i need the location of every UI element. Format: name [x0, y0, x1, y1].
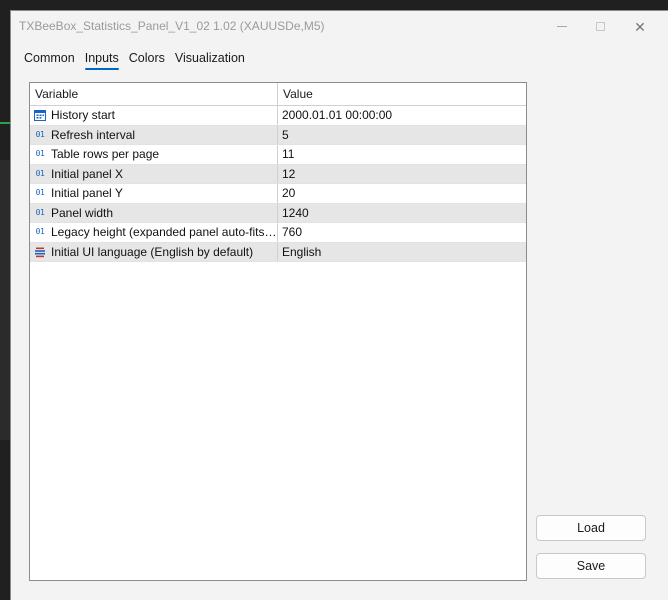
variable-label: Initial UI language (English by default): [51, 244, 254, 259]
variable-cell: 01 Refresh interval: [30, 125, 278, 144]
enum-list-icon: [34, 246, 46, 258]
variable-label: Panel width: [51, 205, 114, 220]
calendar-icon: [34, 109, 46, 122]
title-bar[interactable]: TXBeeBox_Statistics_Panel_V1_02 1.02 (XA…: [11, 11, 668, 42]
table-row[interactable]: History start 2000.01.01 00:00:00: [30, 106, 526, 126]
maximize-icon: [595, 22, 605, 31]
value-cell[interactable]: 20: [278, 184, 526, 203]
variable-label: Table rows per page: [51, 147, 160, 162]
inputs-table: Variable Value History start 2000.01.01 …: [29, 82, 527, 581]
background-chart-line: [0, 122, 10, 124]
value-cell[interactable]: 12: [278, 165, 526, 184]
close-button[interactable]: ✕: [617, 11, 663, 42]
table-row[interactable]: 01 Refresh interval 5: [30, 125, 526, 145]
value-cell[interactable]: 5: [278, 126, 526, 145]
table-row[interactable]: 01 Legacy height (expanded panel auto-fi…: [30, 223, 526, 243]
variable-cell: Initial UI language (English by default): [30, 242, 278, 261]
variable-cell: 01 Initial panel X: [30, 164, 278, 183]
tab-inputs[interactable]: Inputs: [80, 50, 124, 70]
integer-icon: 01: [35, 149, 45, 159]
save-button[interactable]: Save: [536, 553, 646, 579]
variable-cell: 01 Panel width: [30, 203, 278, 222]
table-row[interactable]: Initial UI language (English by default)…: [30, 242, 526, 262]
variable-cell: 01 Table rows per page: [30, 145, 278, 164]
table-row[interactable]: 01 Initial panel Y 20: [30, 184, 526, 204]
close-icon: ✕: [634, 18, 646, 35]
table-row[interactable]: 01 Table rows per page 11: [30, 145, 526, 165]
variable-label: Legacy height (expanded panel auto-fits…: [51, 225, 277, 240]
integer-icon: 01: [35, 207, 45, 217]
window-title: TXBeeBox_Statistics_Panel_V1_02 1.02 (XA…: [19, 19, 325, 33]
column-header-value[interactable]: Value: [278, 83, 526, 105]
variable-label: Initial panel X: [51, 166, 124, 181]
value-cell[interactable]: 2000.01.01 00:00:00: [278, 106, 526, 125]
integer-icon: 01: [35, 188, 45, 198]
value-cell[interactable]: 1240: [278, 204, 526, 223]
tab-bar: Common Inputs Colors Visualization: [19, 50, 250, 74]
value-cell[interactable]: 760: [278, 223, 526, 242]
inputs-dialog: TXBeeBox_Statistics_Panel_V1_02 1.02 (XA…: [10, 10, 668, 600]
tab-colors[interactable]: Colors: [124, 50, 170, 70]
tab-visualization[interactable]: Visualization: [170, 50, 250, 70]
integer-icon: 01: [35, 129, 45, 139]
variable-cell: History start: [30, 106, 278, 125]
table-row[interactable]: 01 Initial panel X 12: [30, 164, 526, 184]
integer-icon: 01: [35, 227, 45, 237]
variable-cell: 01 Initial panel Y: [30, 184, 278, 203]
variable-label: History start: [51, 108, 116, 123]
variable-label: Initial panel Y: [51, 186, 123, 201]
table-header: Variable Value: [30, 83, 526, 106]
variable-label: Refresh interval: [51, 127, 136, 142]
variable-cell: 01 Legacy height (expanded panel auto-fi…: [30, 223, 278, 242]
load-button[interactable]: Load: [536, 515, 646, 541]
table-row[interactable]: 01 Panel width 1240: [30, 203, 526, 223]
integer-icon: 01: [35, 168, 45, 178]
column-header-variable[interactable]: Variable: [30, 83, 278, 105]
value-cell[interactable]: 11: [278, 145, 526, 164]
value-cell[interactable]: English: [278, 243, 526, 262]
tab-common[interactable]: Common: [19, 50, 80, 70]
minimize-icon: [557, 26, 567, 27]
